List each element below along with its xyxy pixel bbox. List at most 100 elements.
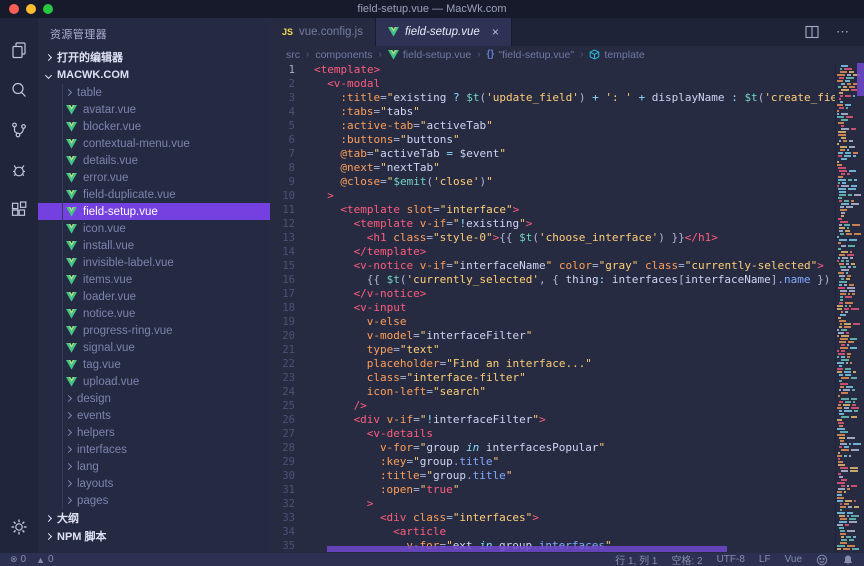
code-line[interactable]: 9@close="$emit('close')" <box>270 175 835 189</box>
minimap[interactable] <box>835 63 857 553</box>
tree-item-blocker.vue[interactable]: blocker.vue <box>38 118 270 135</box>
tree-item-progress-ring.vue[interactable]: progress-ring.vue <box>38 322 270 339</box>
tree-item-field-setup.vue[interactable]: field-setup.vue <box>38 203 270 220</box>
vertical-scrollbar-thumb[interactable] <box>857 63 864 96</box>
tree-item-upload.vue[interactable]: upload.vue <box>38 373 270 390</box>
code-line[interactable]: 16{{ $t('currently_selected', { thing: i… <box>270 273 835 287</box>
breadcrumb-item-components[interactable]: components <box>315 49 372 61</box>
sidebar-section-大纲[interactable]: 大纲 <box>38 509 270 527</box>
settings-gear-activitybar-button[interactable] <box>0 507 38 547</box>
code-line[interactable]: 21type="text" <box>270 343 835 357</box>
tree-item-layouts[interactable]: layouts <box>38 475 270 492</box>
horizontal-scrollbar-thumb[interactable] <box>327 546 727 552</box>
files-activitybar-button[interactable] <box>0 30 38 70</box>
tree-item-helpers[interactable]: helpers <box>38 424 270 441</box>
code-line[interactable]: 4:tabs="tabs" <box>270 105 835 119</box>
status-warning[interactable]: ▲0 <box>36 554 53 565</box>
tree-item-contextual-menu.vue[interactable]: contextual-menu.vue <box>38 135 270 152</box>
tree-item-table[interactable]: table <box>38 84 270 101</box>
tree-item-error.vue[interactable]: error.vue <box>38 169 270 186</box>
tree-item-invisible-label.vue[interactable]: invisible-label.vue <box>38 254 270 271</box>
tree-item-pages[interactable]: pages <box>38 492 270 509</box>
code-line[interactable]: 20v-model="interfaceFilter" <box>270 329 835 343</box>
code-line[interactable]: 5:active-tab="activeTab" <box>270 119 835 133</box>
tree-item-avatar.vue[interactable]: avatar.vue <box>38 101 270 118</box>
tree-item-lang[interactable]: lang <box>38 458 270 475</box>
minimap-segment <box>844 155 851 157</box>
status-error[interactable]: ⊗0 <box>10 554 26 565</box>
code-line[interactable]: 23class="interface-filter" <box>270 371 835 385</box>
split-editor-button[interactable] <box>804 24 820 40</box>
close-icon[interactable]: × <box>492 25 499 39</box>
code-line[interactable]: 1<template> <box>270 63 835 77</box>
code-line[interactable]: 29:key="group.title" <box>270 455 835 469</box>
vertical-scrollbar[interactable] <box>857 63 864 553</box>
tree-item-loader.vue[interactable]: loader.vue <box>38 288 270 305</box>
breadcrumb-item-template[interactable]: template <box>589 49 644 61</box>
feedback-smiley-button[interactable] <box>816 554 828 566</box>
code-line[interactable]: 19v-else <box>270 315 835 329</box>
code-line[interactable]: 8@next="nextTab" <box>270 161 835 175</box>
zoom-window-button[interactable] <box>43 4 53 14</box>
code-line[interactable]: 14</template> <box>270 245 835 259</box>
tree-item-design[interactable]: design <box>38 390 270 407</box>
extensions-activitybar-button[interactable] <box>0 190 38 230</box>
open-editors-section[interactable]: 打开的编辑器 <box>38 48 270 66</box>
code-line[interactable]: 10> <box>270 189 835 203</box>
status-item[interactable]: 行 1, 列 1 <box>615 552 657 566</box>
minimize-window-button[interactable] <box>26 4 36 14</box>
tree-item-field-duplicate.vue[interactable]: field-duplicate.vue <box>38 186 270 203</box>
code-line[interactable]: 2<v-modal <box>270 77 835 91</box>
tree-item-icon.vue[interactable]: icon.vue <box>38 220 270 237</box>
tree-item-details.vue[interactable]: details.vue <box>38 152 270 169</box>
status-item[interactable]: Vue <box>785 554 802 565</box>
code-line[interactable]: 17</v-notice> <box>270 287 835 301</box>
code-line[interactable]: 25/> <box>270 399 835 413</box>
status-item[interactable]: 空格: 2 <box>671 552 702 566</box>
code-line[interactable]: 31:open="true" <box>270 483 835 497</box>
line-content: <v-modal <box>308 77 380 91</box>
tree-item-interfaces[interactable]: interfaces <box>38 441 270 458</box>
notifications-bell-button[interactable] <box>842 554 854 566</box>
tab-vue.config.js[interactable]: JSvue.config.js <box>270 18 376 46</box>
tab-field-setup.vue[interactable]: field-setup.vue× <box>376 18 512 46</box>
code-line[interactable]: 24icon-left="search" <box>270 385 835 399</box>
status-item[interactable]: UTF-8 <box>717 554 745 565</box>
source-control-activitybar-button[interactable] <box>0 110 38 150</box>
code-area[interactable]: 1<template>2<v-modal3:title="existing ? … <box>270 63 835 553</box>
debug-activitybar-button[interactable] <box>0 150 38 190</box>
code-line[interactable]: 3:title="existing ? $t('update_field') +… <box>270 91 835 105</box>
status-item[interactable]: LF <box>759 554 771 565</box>
code-line[interactable]: 12<template v-if="!existing"> <box>270 217 835 231</box>
tree-item-signal.vue[interactable]: signal.vue <box>38 339 270 356</box>
code-line[interactable]: 18<v-input <box>270 301 835 315</box>
tree-item-notice.vue[interactable]: notice.vue <box>38 305 270 322</box>
code-line[interactable]: 26<div v-if="!interfaceFilter"> <box>270 413 835 427</box>
line-content: > <box>308 189 334 203</box>
code-line[interactable]: 33<div class="interfaces"> <box>270 511 835 525</box>
code-line[interactable]: 34<article <box>270 525 835 539</box>
code-line[interactable]: 7@tab="activeTab = $event" <box>270 147 835 161</box>
tree-item-tag.vue[interactable]: tag.vue <box>38 356 270 373</box>
search-activitybar-button[interactable] <box>0 70 38 110</box>
code-line[interactable]: 28v-for="group in interfacesPopular" <box>270 441 835 455</box>
code-line[interactable]: 30:title="group.title" <box>270 469 835 483</box>
code-line[interactable]: 22placeholder="Find an interface..." <box>270 357 835 371</box>
code-line[interactable]: 27<v-details <box>270 427 835 441</box>
code-line[interactable]: 13<h1 class="style-0">{{ $t('choose_inte… <box>270 231 835 245</box>
tree-item-events[interactable]: events <box>38 407 270 424</box>
tree-item-install.vue[interactable]: install.vue <box>38 237 270 254</box>
close-window-button[interactable] <box>9 4 19 14</box>
code-line[interactable]: 6:buttons="buttons" <box>270 133 835 147</box>
minimap-segment <box>837 113 839 115</box>
code-line[interactable]: 15<v-notice v-if="interfaceName" color="… <box>270 259 835 273</box>
tree-item-items.vue[interactable]: items.vue <box>38 271 270 288</box>
breadcrumb-item-src[interactable]: src <box>286 49 300 61</box>
breadcrumb-item-field-setup.vue[interactable]: field-setup.vue <box>388 49 471 61</box>
breadcrumb-item-field-setup.vue[interactable]: {}"field-setup.vue" <box>487 49 575 61</box>
sidebar-section-NPM 脚本[interactable]: NPM 脚本 <box>38 527 270 545</box>
workspace-root-section[interactable]: MACWK.COM <box>38 66 270 84</box>
more-actions-button[interactable]: ⋯ <box>836 24 850 40</box>
code-line[interactable]: 11<template slot="interface"> <box>270 203 835 217</box>
code-line[interactable]: 32> <box>270 497 835 511</box>
